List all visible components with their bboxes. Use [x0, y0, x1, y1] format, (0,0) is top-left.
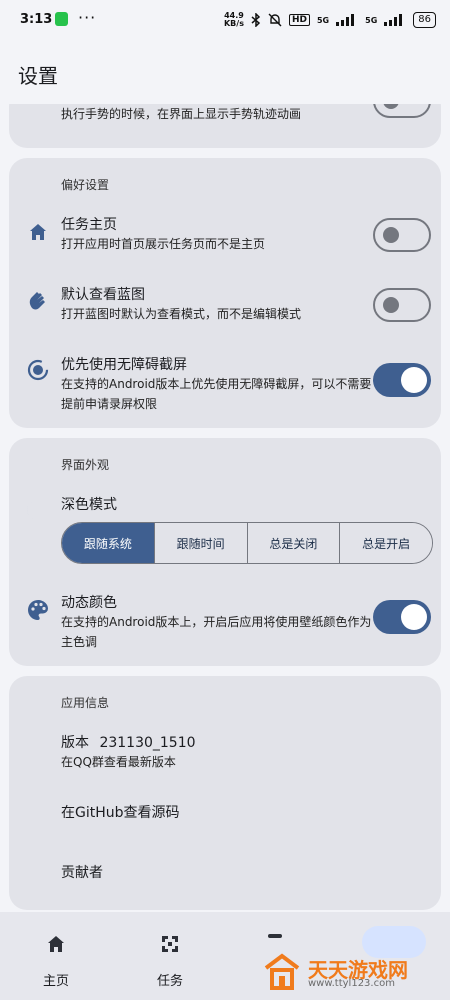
home-icon [48, 936, 64, 952]
dark-mode-option-always-on[interactable]: 总是开启 [339, 523, 432, 563]
nav-item-tasks[interactable]: 任务 [130, 912, 210, 1000]
hd-voice-badge: HD [288, 14, 310, 26]
default-view-blueprint-toggle[interactable] [373, 288, 431, 322]
toggle-knob [401, 367, 427, 393]
status-time: 3:13 [20, 12, 53, 27]
version-label: 版本 [61, 735, 89, 751]
toggle-knob [383, 227, 399, 243]
network-speed-unit: KB/s [223, 19, 244, 28]
more-notifications-icon: ··· [78, 8, 97, 27]
network-type-1: 5G [316, 15, 330, 25]
dark-mode-option-follow-time[interactable]: 跟随时间 [153, 523, 247, 563]
nav-label-tasks: 任务 [156, 974, 183, 989]
watermark-logo-icon [264, 953, 300, 990]
accessibility-screenshot-description: 在支持的Android版本上优先使用无障碍截屏，可以不需要提前申请录屏权限 [61, 377, 372, 411]
nav-item-home[interactable]: 主页 [16, 912, 96, 1000]
battery-indicator: 86 [413, 12, 436, 28]
nav-item-partial[interactable] [268, 934, 282, 938]
dynamic-color-description: 在支持的Android版本上，开启后应用将使用壁纸颜色作为主色调 [61, 615, 372, 649]
version-text: 版本 231130_1510 [61, 732, 196, 752]
task-home-description: 打开应用时首页展示任务页而不是主页 [61, 237, 266, 251]
section-title-app-info: 应用信息 [61, 696, 110, 710]
app-bar: 设置 [0, 40, 450, 104]
bluetooth-icon [251, 13, 261, 27]
accessibility-screenshot-toggle[interactable] [373, 363, 431, 397]
status-bar: 3:13 ··· 44.9 KB/s HD 5G 5G 86 [0, 0, 450, 40]
appearance-card: 界面外观 深色模式 跟随系统 跟随时间 总是关闭 总是开启 动态颜色 在支持的A… [9, 438, 441, 666]
network-type-2: 5G [365, 15, 378, 25]
task-icon [162, 936, 178, 952]
task-home-title: 任务主页 [61, 217, 117, 233]
dark-mode-title: 深色模式 [61, 497, 117, 513]
toggle-knob [401, 604, 427, 630]
app-notification-icon [55, 12, 68, 26]
default-view-blueprint-description: 打开蓝图时默认为查看模式，而不是编辑模式 [61, 307, 302, 321]
nav-label-home: 主页 [42, 974, 69, 989]
watermark: 天天游戏网 www.ttyl123.com [258, 948, 448, 996]
dark-mode-option-always-off[interactable]: 总是关闭 [246, 523, 340, 563]
github-source-link[interactable]: 在GitHub查看源码 [61, 802, 180, 822]
network-speed: 44.9 KB/s [224, 12, 244, 28]
home-icon [30, 224, 46, 240]
gesture-trail-description: 执行手势的时候，在界面上显示手势轨迹动画 [61, 107, 302, 121]
mute-bell-icon [268, 13, 282, 27]
default-view-blueprint-title: 默认查看蓝图 [61, 287, 145, 303]
dark-mode-option-follow-system[interactable]: 跟随系统 [62, 523, 154, 563]
accessibility-screenshot-title: 优先使用无障碍截屏 [61, 357, 187, 373]
page-title: 设置 [18, 64, 58, 88]
version-value: 231130_1510 [99, 735, 196, 751]
dynamic-color-title: 动态颜色 [61, 595, 117, 611]
palette-icon [28, 600, 48, 620]
screenshot-icon [27, 359, 49, 381]
watermark-url: www.ttyl123.com [308, 978, 395, 989]
status-right: 44.9 KB/s HD 5G 5G 86 [224, 12, 436, 28]
section-title-appearance: 界面外观 [61, 458, 110, 472]
hand-wave-icon [29, 292, 45, 310]
contributors-link[interactable]: 贡献者 [61, 862, 103, 882]
dynamic-color-toggle[interactable] [373, 600, 431, 634]
moon-icon [26, 501, 36, 519]
signal-icon-2 [384, 14, 406, 26]
task-home-toggle[interactable] [373, 218, 431, 252]
app-info-card: 应用信息 版本 231130_1510 在QQ群查看最新版本 在GitHub查看… [9, 676, 441, 910]
toggle-knob [383, 297, 399, 313]
preferences-card: 偏好设置 任务主页 打开应用时首页展示任务页而不是主页 默认查看蓝图 打开蓝图时… [9, 158, 441, 428]
dark-mode-segmented-control: 跟随系统 跟随时间 总是关闭 总是开启 [61, 522, 433, 564]
signal-icon [336, 14, 358, 26]
check-update-text: 在QQ群查看最新版本 [61, 755, 176, 769]
section-title-preferences: 偏好设置 [61, 178, 110, 192]
